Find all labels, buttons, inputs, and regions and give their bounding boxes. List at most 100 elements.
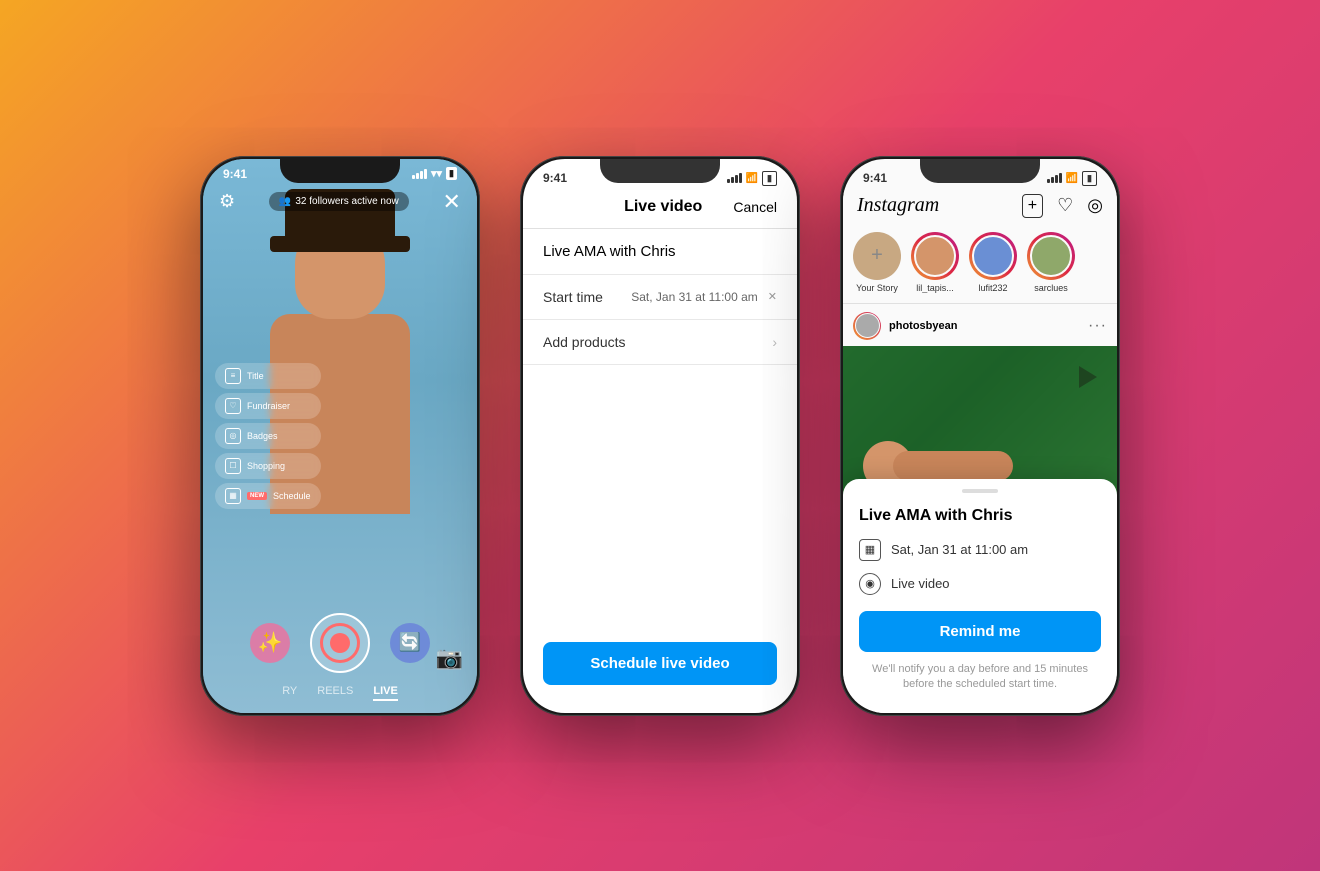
story-your[interactable]: + Your Story (853, 232, 901, 293)
sheet-video-row: ◉ Live video (843, 567, 1117, 601)
live-title-field[interactable]: Live AMA with Chris (523, 229, 797, 275)
menu-item-shopping[interactable]: ☐ Shopping (215, 453, 321, 479)
header-icons: + ♡ ◎ (1022, 194, 1103, 218)
form-header: Live video Cancel (523, 190, 797, 229)
tab-live[interactable]: LIVE (373, 685, 397, 701)
notch-3 (920, 159, 1040, 183)
record-inner (320, 623, 360, 663)
heart-icon[interactable]: ♡ (1057, 195, 1073, 216)
sheet-date-text: Sat, Jan 31 at 11:00 am (891, 542, 1028, 557)
story-avatar-3 (1027, 232, 1075, 280)
menu-item-badges[interactable]: ◎ Badges (215, 423, 321, 449)
story-label-2: lufit232 (978, 283, 1007, 293)
start-time-label: Start time (543, 289, 603, 305)
followers-badge: 👥 32 followers active now (269, 192, 409, 211)
live-menu: ≡ Title ♡ Fundraiser ◎ Badges ☐ Shopping… (215, 363, 321, 509)
instagram-logo: Instagram (857, 194, 939, 217)
sheet-calendar-icon: ▦ (859, 539, 881, 561)
shopping-icon: ☐ (225, 458, 241, 474)
nav-tabs: RY REELS LIVE (203, 681, 477, 705)
bottom-sheet: Live AMA with Chris ▦ Sat, Jan 31 at 11:… (843, 479, 1117, 713)
post-username: photosbyean (889, 320, 957, 332)
status-time-2: 9:41 (543, 171, 567, 185)
wifi-icon-2: 📶 (746, 173, 758, 184)
emoji-button-2[interactable]: 🔄 (390, 623, 430, 663)
emoji-circle: 🔄 (399, 632, 421, 653)
battery-icon-2: ▮ (762, 171, 777, 186)
add-products-row[interactable]: Add products › (523, 320, 797, 365)
post-header: photosbyean ··· (843, 312, 1117, 346)
signal-bars-1 (412, 169, 427, 179)
remind-me-button[interactable]: Remind me (859, 611, 1101, 652)
followers-emoji: 👥 (279, 196, 291, 207)
add-products-chevron: › (772, 334, 777, 350)
story-label-1: lil_tapis... (916, 283, 954, 293)
disclaimer-text: We'll notify you a day before and 15 min… (872, 663, 1088, 690)
menu-item-fundraiser[interactable]: ♡ Fundraiser (215, 393, 321, 419)
phone-live-camera: 9:41 ▾▾ ▮ ⚙ 👥 32 followers active now ✕ (200, 156, 480, 716)
status-icons-2: 📶 ▮ (727, 171, 777, 186)
sheet-handle (962, 489, 998, 493)
sheet-disclaimer: We'll notify you a day before and 15 min… (843, 658, 1117, 693)
sheet-video-text: Live video (891, 576, 950, 591)
wifi-icon-3: 📶 (1066, 173, 1078, 184)
live-title-value: Live AMA with Chris (543, 243, 676, 260)
post-avatar (853, 312, 881, 340)
your-story-avatar: + (853, 232, 901, 280)
messenger-icon[interactable]: ◎ (1087, 195, 1103, 216)
followers-text: 32 followers active now (295, 196, 398, 207)
story-avatar-1 (911, 232, 959, 280)
post-more-icon[interactable]: ··· (1088, 317, 1107, 335)
add-post-icon[interactable]: + (1022, 194, 1043, 218)
status-icons-1: ▾▾ ▮ (412, 167, 457, 180)
story-avatar-2 (969, 232, 1017, 280)
form-title: Live video (624, 198, 702, 216)
schedule-button[interactable]: Schedule live video (543, 642, 777, 685)
battery-icon-1: ▮ (446, 167, 457, 180)
close-icon[interactable]: ✕ (443, 189, 461, 215)
camera-switch-icon[interactable]: 📷 (436, 645, 463, 671)
menu-label-fundraiser: Fundraiser (247, 401, 290, 411)
new-badge: NEW (247, 492, 267, 500)
start-time-value: Sat, Jan 31 at 11:00 am (631, 290, 758, 304)
tab-story[interactable]: RY (282, 685, 297, 701)
sheet-video-icon: ◉ (859, 573, 881, 595)
record-button[interactable] (310, 613, 370, 673)
signal-bars-3 (1047, 173, 1062, 183)
settings-icon[interactable]: ⚙ (219, 191, 235, 212)
record-dot (332, 635, 348, 651)
person-head (295, 219, 385, 319)
story-3[interactable]: sarclues (1027, 232, 1075, 293)
start-time-value-container: Sat, Jan 31 at 11:00 am ✕ (631, 290, 777, 304)
menu-item-schedule[interactable]: ▦ NEW Schedule (215, 483, 321, 509)
add-products-label: Add products (543, 334, 626, 350)
story-1[interactable]: lil_tapis... (911, 232, 959, 293)
live-bottom-controls: ✨ 🔄 RY REELS LIVE 📷 (203, 605, 477, 713)
menu-label-badges: Badges (247, 431, 278, 441)
title-icon: ≡ (225, 368, 241, 384)
remind-me-label: Remind me (940, 623, 1021, 640)
emoji-button-1[interactable]: ✨ (250, 623, 290, 663)
post-user: photosbyean (853, 312, 957, 340)
start-time-clear-icon[interactable]: ✕ (768, 290, 777, 303)
sheet-date-row: ▦ Sat, Jan 31 at 11:00 am (843, 533, 1117, 567)
status-icons-3: 📶 ▮ (1047, 171, 1097, 186)
menu-label-shopping: Shopping (247, 461, 285, 471)
start-time-row[interactable]: Start time Sat, Jan 31 at 11:00 am ✕ (523, 275, 797, 320)
schedule-icon: ▦ (225, 488, 241, 504)
status-time-3: 9:41 (863, 171, 887, 185)
menu-label-schedule: Schedule (273, 491, 311, 501)
cancel-button[interactable]: Cancel (733, 199, 777, 215)
schedule-button-label: Schedule live video (590, 655, 729, 672)
menu-item-title[interactable]: ≡ Title (215, 363, 321, 389)
notch (280, 159, 400, 183)
menu-label-title: Title (247, 371, 264, 381)
signal-bars-2 (727, 173, 742, 183)
emoji-sparkle: ✨ (258, 630, 283, 655)
phone-schedule-form: 9:41 📶 ▮ Live video Cancel Live AMA with… (520, 156, 800, 716)
story-label-3: sarclues (1034, 283, 1068, 293)
notch-2 (600, 159, 720, 183)
story-2[interactable]: lufit232 (969, 232, 1017, 293)
your-story-label: Your Story (856, 283, 898, 293)
tab-reels[interactable]: REELS (317, 685, 353, 701)
